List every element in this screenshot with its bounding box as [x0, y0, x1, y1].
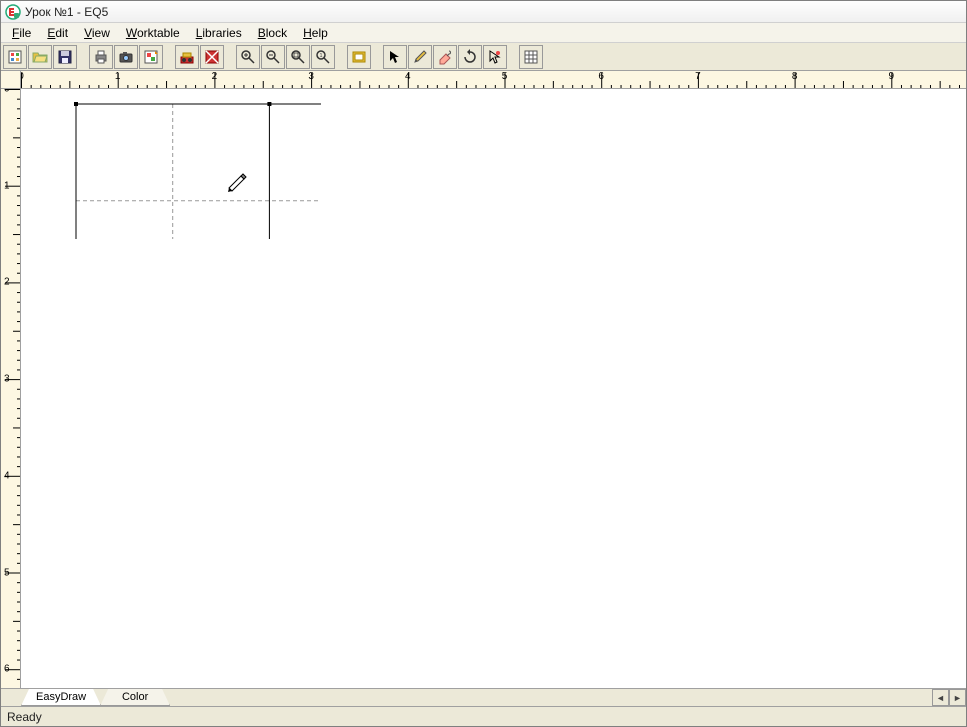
pencil-cursor-icon — [228, 174, 246, 192]
zoom-100-icon: 1 — [315, 49, 331, 65]
rotate-icon — [462, 49, 478, 65]
horizontal-ruler-track: 0 1 2 3 4 5 6 7 8 9 — [21, 71, 966, 88]
open-icon — [32, 49, 48, 65]
canvas[interactable] — [21, 89, 966, 688]
ruler-corner — [1, 71, 21, 88]
vruler-label: 1 — [4, 180, 10, 191]
window-title: Урок №1 - EQ5 — [25, 5, 108, 19]
zoom-out-button[interactable] — [261, 45, 285, 69]
block-view-icon — [204, 49, 220, 65]
grid-icon — [523, 49, 539, 65]
vruler-label: 6 — [4, 664, 10, 675]
hruler-label: 3 — [308, 71, 314, 82]
zoom-in-icon — [240, 49, 256, 65]
bottom-tab-strip: EasyDraw Color ◄ ► — [1, 688, 966, 706]
new-project-icon — [7, 49, 23, 65]
horizontal-ruler: 0 1 2 3 4 5 6 7 8 9 — [1, 71, 966, 89]
vruler-label: 3 — [4, 374, 10, 385]
grid-button[interactable] — [519, 45, 543, 69]
zoom-out-icon — [265, 49, 281, 65]
tab-label: EasyDraw — [36, 691, 86, 703]
menu-edit[interactable]: Edit — [40, 24, 75, 42]
open-button[interactable] — [28, 45, 52, 69]
status-text: Ready — [7, 710, 42, 724]
pointer-button[interactable] — [383, 45, 407, 69]
camera-button[interactable] — [114, 45, 138, 69]
worktable-button[interactable] — [347, 45, 371, 69]
scroll-left-button[interactable]: ◄ — [932, 689, 949, 706]
camera-icon — [118, 49, 134, 65]
workspace: 0 1 2 3 4 5 6 — [1, 89, 966, 688]
hruler-label: 6 — [598, 71, 604, 82]
status-bar: Ready — [1, 706, 966, 726]
eraser-button[interactable] — [433, 45, 457, 69]
new-project-button[interactable] — [3, 45, 27, 69]
rotate-button[interactable] — [458, 45, 482, 69]
save-button[interactable] — [53, 45, 77, 69]
hruler-label: 7 — [695, 71, 701, 82]
hruler-label: 2 — [212, 71, 218, 82]
menu-bar: FileEditViewWorktableLibrariesBlockHelp — [1, 23, 966, 43]
svg-text:1: 1 — [320, 53, 323, 59]
vruler-label: 4 — [4, 470, 10, 481]
menu-help[interactable]: Help — [296, 24, 335, 42]
vertical-ruler: 0 1 2 3 4 5 6 — [1, 89, 21, 688]
hruler-label: 4 — [405, 71, 411, 82]
tab-label: Color — [122, 691, 148, 703]
block-view-button[interactable] — [200, 45, 224, 69]
menu-view[interactable]: View — [77, 24, 117, 42]
save-icon — [57, 49, 73, 65]
scroll-right-button[interactable]: ► — [949, 689, 966, 706]
menu-libraries[interactable]: Libraries — [189, 24, 249, 42]
hruler-label: 1 — [115, 71, 121, 82]
hruler-label: 0 — [21, 71, 24, 82]
worktable-icon — [351, 49, 367, 65]
app-icon — [5, 4, 21, 20]
export-icon — [143, 49, 159, 65]
tabstrip-corner — [1, 689, 21, 706]
quilt-view-button[interactable] — [175, 45, 199, 69]
zoom-100-button[interactable]: 1 — [311, 45, 335, 69]
zoom-fit-icon — [290, 49, 306, 65]
title-bar: Урок №1 - EQ5 — [1, 1, 966, 23]
menu-block[interactable]: Block — [251, 24, 294, 42]
export-button[interactable] — [139, 45, 163, 69]
eraser-icon — [437, 49, 453, 65]
pencil-icon — [412, 49, 428, 65]
menu-file[interactable]: File — [5, 24, 38, 42]
print-button[interactable] — [89, 45, 113, 69]
quilt-view-icon — [179, 49, 195, 65]
zoom-fit-button[interactable] — [286, 45, 310, 69]
zoom-in-button[interactable] — [236, 45, 260, 69]
tab-easydraw[interactable]: EasyDraw — [21, 689, 101, 706]
vruler-label: 5 — [4, 567, 10, 578]
drawing-surface[interactable] — [21, 89, 321, 239]
hruler-label: 5 — [502, 71, 508, 82]
menu-worktable[interactable]: Worktable — [119, 24, 187, 42]
tab-color[interactable]: Color — [100, 689, 170, 706]
snap-button[interactable] — [483, 45, 507, 69]
print-icon — [93, 49, 109, 65]
vruler-label: 0 — [4, 89, 10, 95]
hruler-label: 8 — [792, 71, 798, 82]
snap-icon — [487, 49, 503, 65]
hruler-label: 9 — [889, 71, 895, 82]
toolbar: 1 — [1, 43, 966, 71]
pointer-icon — [387, 49, 403, 65]
vruler-label: 2 — [4, 277, 10, 288]
pencil-button[interactable] — [408, 45, 432, 69]
